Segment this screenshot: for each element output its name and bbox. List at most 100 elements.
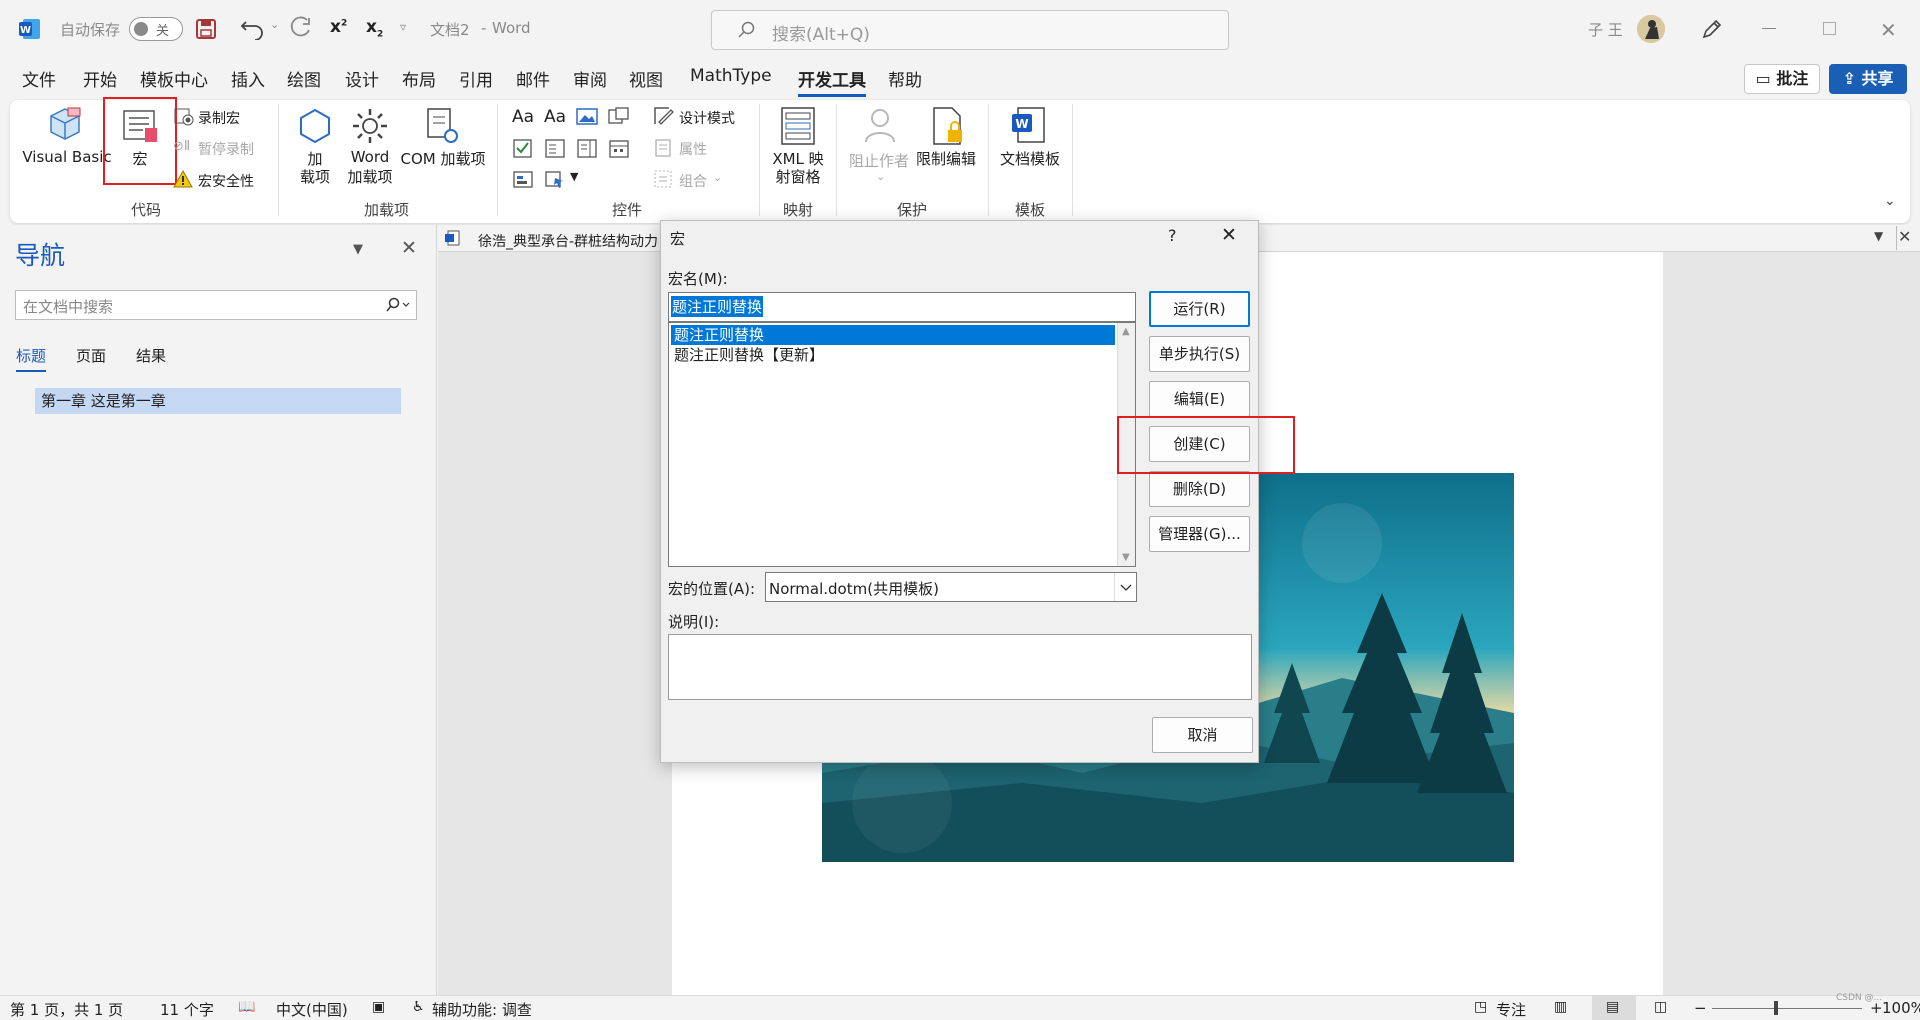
repeating-section-control-icon[interactable] [512,169,534,189]
restrict-editing-button[interactable]: 限制编辑 [912,148,980,169]
pen-icon[interactable] [1700,17,1724,41]
building-block-control-icon[interactable] [608,107,630,127]
tab-review[interactable]: 审阅 [573,66,607,91]
zoom-out-icon[interactable]: − [1694,999,1707,1017]
plain-text-control-icon[interactable]: Aa [544,107,566,127]
nav-close-icon[interactable]: ✕ [401,237,417,259]
tab-mathtype[interactable]: MathType [690,66,772,86]
macro-name-input[interactable]: 题注正则替换 [668,292,1136,322]
document-tab-title[interactable]: 徐浩_典型承台-群桩结构动力 [478,231,658,251]
status-focus[interactable]: 专注 [1496,999,1526,1020]
search-box[interactable]: 搜索(Alt+Q) [711,10,1229,50]
superscript-icon[interactable]: x2 [330,17,347,37]
zoom-slider[interactable] [1712,1008,1862,1009]
legacy-tools-icon[interactable] [544,169,566,189]
macro-list-item[interactable]: 题注正则替换【更新】 [671,345,824,365]
combo-box-control-icon[interactable] [544,138,566,158]
print-layout-icon[interactable]: ▤ [1592,996,1636,1020]
group-button[interactable]: 组合 [679,171,707,191]
macro-record-status-icon[interactable]: ▣ [372,999,385,1015]
tab-design[interactable]: 设计 [345,66,379,91]
tab-developer[interactable]: 开发工具 [798,66,866,97]
nav-search-input[interactable]: 在文档中搜索 [15,290,417,320]
close-window-icon[interactable]: ✕ [1880,18,1897,42]
scroll-up-icon[interactable]: ▲ [1122,326,1130,337]
step-into-button[interactable]: 单步执行(S) [1149,336,1250,372]
com-addins-button[interactable]: COM 加载项 [398,148,488,169]
dropdown-list-control-icon[interactable] [576,138,598,158]
word-addins-line1[interactable]: Word [344,148,396,166]
group-dropdown-icon[interactable]: ⌄ [713,171,722,184]
web-layout-icon[interactable]: ◫ [1654,999,1667,1015]
undo-dropdown-icon[interactable]: ⌄ [270,18,279,31]
collapse-ribbon-icon[interactable]: ⌄ [1884,193,1896,209]
tab-draw[interactable]: 绘图 [287,66,321,91]
avatar[interactable] [1637,15,1665,43]
scroll-down-icon[interactable]: ▼ [1122,552,1130,563]
tab-file[interactable]: 文件 [22,66,56,91]
nav-options-icon[interactable]: ▼ [353,242,363,257]
customize-toolbar-icon[interactable]: ▿ [400,20,406,34]
read-mode-icon[interactable]: ▥ [1554,999,1567,1015]
undo-icon[interactable] [240,16,266,40]
status-accessibility[interactable]: 辅助功能: 调查 [432,999,532,1020]
tab-home[interactable]: 开始 [83,66,117,91]
nav-heading-item[interactable]: 第一章 这是第一章 [35,388,401,414]
document-template-button[interactable]: 文档模板 [996,148,1064,169]
tab-insert[interactable]: 插入 [231,66,265,91]
proofing-icon[interactable]: 📖 [238,999,255,1015]
addins-button-line2[interactable]: 载项 [297,166,333,187]
status-word-count[interactable]: 11 个字 [160,999,214,1020]
tab-view[interactable]: 视图 [629,66,663,91]
block-authors-button[interactable]: 阻止作者 [846,150,912,171]
legacy-tools-dropdown-icon[interactable]: ▼ [570,170,578,183]
subscript-icon[interactable]: x2 [366,17,383,39]
checkbox-control-icon[interactable] [512,138,534,158]
picture-control-icon[interactable] [576,107,598,127]
edit-button[interactable]: 编辑(E) [1149,381,1250,417]
comment-button[interactable]: ▭ 批注 [1744,64,1820,94]
macro-list[interactable]: 题注正则替换 题注正则替换【更新】 ▲ ▼ [668,322,1136,567]
visual-basic-button[interactable]: Visual Basic [22,148,112,166]
xml-mapping-line2[interactable]: 射窗格 [768,166,828,187]
chevron-down-icon[interactable] [1114,573,1136,601]
block-authors-dropdown-icon[interactable]: ⌄ [876,170,885,183]
macro-location-select[interactable]: Normal.dotm(共用模板) [765,572,1137,602]
nav-tab-pages[interactable]: 页面 [76,345,106,366]
tab-template-center[interactable]: 模板中心 [140,66,208,91]
cancel-button[interactable]: 取消 [1152,717,1253,753]
tab-help[interactable]: 帮助 [888,66,922,91]
status-language[interactable]: 中文(中国) [276,999,348,1020]
autosave-toggle[interactable]: 关 [129,17,183,41]
tab-mailings[interactable]: 邮件 [516,66,550,91]
organizer-button[interactable]: 管理器(G)... [1149,516,1250,552]
share-button[interactable]: ⇪ 共享 [1829,64,1907,94]
macro-security-button[interactable]: 宏安全性 [198,171,254,191]
nav-tab-headings[interactable]: 标题 [16,345,47,372]
delete-button[interactable]: 删除(D) [1149,471,1250,507]
properties-button[interactable]: 属性 [679,139,707,159]
redo-icon[interactable] [287,16,313,40]
document-tab-close-icon[interactable]: ✕ [1898,227,1911,246]
dialog-help-button[interactable]: ? [1168,226,1177,245]
tab-references[interactable]: 引用 [459,66,493,91]
date-picker-control-icon[interactable] [608,138,630,158]
zoom-slider-thumb[interactable] [1774,1001,1778,1015]
minimize-icon[interactable] [1762,28,1776,29]
restore-icon[interactable] [1823,22,1836,35]
design-mode-button[interactable]: 设计模式 [679,108,735,128]
save-icon[interactable] [195,18,217,40]
dialog-close-icon[interactable]: ✕ [1221,224,1237,246]
status-page[interactable]: 第 1 页，共 1 页 [10,999,123,1020]
status-zoom[interactable]: 100% [1882,999,1920,1017]
search-icon[interactable] [386,297,412,313]
word-addins-line2[interactable]: 加载项 [344,166,396,187]
rich-text-control-icon[interactable]: Aa [512,107,534,127]
nav-tab-results[interactable]: 结果 [136,345,166,366]
run-button[interactable]: 运行(R) [1149,291,1250,327]
pause-recording-button[interactable]: 暂停录制 [198,139,254,159]
tab-layout[interactable]: 布局 [402,66,436,91]
document-tab-menu-icon[interactable]: ▼ [1874,229,1883,243]
record-macro-button[interactable]: 录制宏 [198,108,240,128]
macro-list-item-selected[interactable]: 题注正则替换 [671,325,1115,345]
